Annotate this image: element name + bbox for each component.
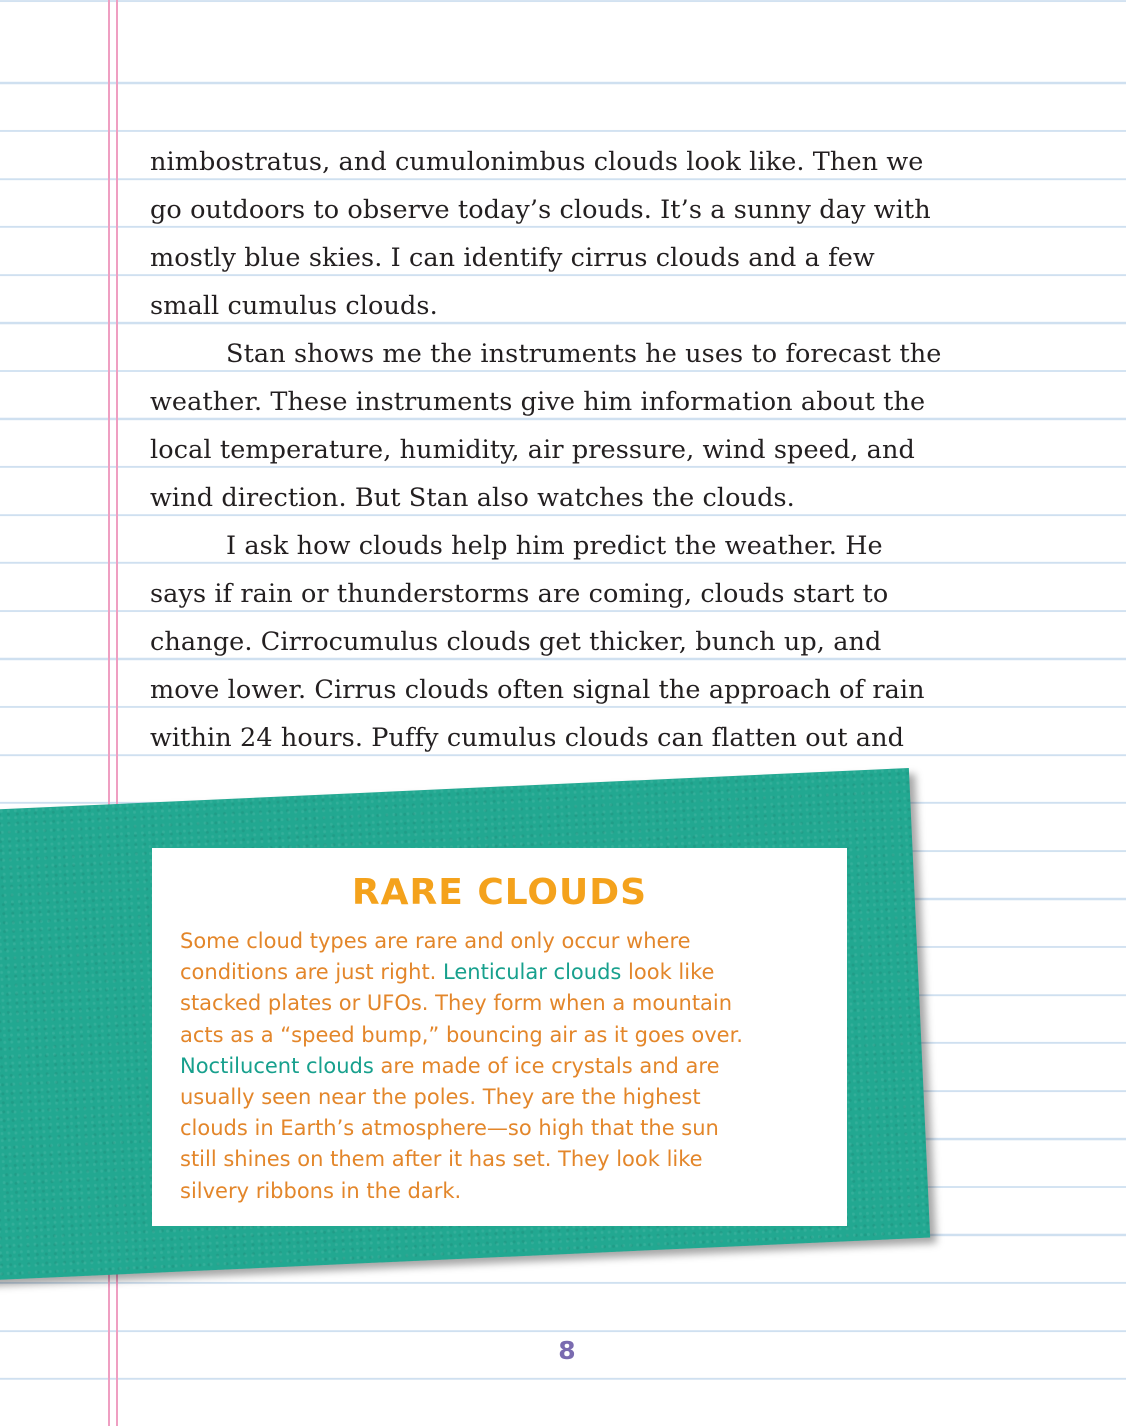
sidebar-line-text: stacked plates or UFOs. They form when a… (180, 991, 733, 1016)
sidebar-line-text: acts as a “speed bump,” bouncing air as … (180, 1022, 743, 1047)
body-line: change. Cirrocumulus clouds get thicker,… (150, 627, 882, 657)
sidebar-line-text: usually seen near the poles. They are th… (180, 1085, 701, 1110)
body-line: mostly blue skies. I can identify cirrus… (150, 243, 875, 273)
sidebar-highlight-lenticular: Lenticular clouds (443, 960, 622, 985)
sidebar-line-text: Some cloud types are rare and only occur… (180, 929, 691, 953)
body-line: local temperature, humidity, air pressur… (150, 435, 915, 465)
sidebar-line-text: look like (621, 960, 715, 985)
body-line: Stan shows me the instruments he uses to… (226, 339, 942, 369)
body-line: wind direction. But Stan also watches th… (150, 483, 795, 513)
sidebar-line: Noctilucent clouds are made of ice cryst… (180, 1051, 830, 1082)
sidebar-line-text: still shines on them after it has set. T… (180, 1147, 703, 1172)
body-line: weather. These instruments give him info… (150, 387, 926, 417)
body-line: I ask how clouds help him predict the we… (226, 531, 883, 561)
sidebar-line: stacked plates or UFOs. They form when a… (180, 988, 830, 1019)
body-line: small cumulus clouds. (150, 291, 438, 321)
body-line: says if rain or thunderstorms are coming… (150, 579, 889, 609)
sidebar-line: still shines on them after it has set. T… (180, 1144, 830, 1175)
sidebar-line: clouds in Earth’s atmosphere—so high tha… (180, 1113, 830, 1144)
body-text: nimbostratus, and cumulonimbus clouds lo… (150, 138, 1050, 762)
body-line: move lower. Cirrus clouds often signal t… (150, 675, 925, 705)
sidebar-highlight-noctilucent: Noctilucent clouds (180, 1053, 374, 1078)
sidebar-line: conditions are just right. Lenticular cl… (180, 957, 830, 988)
sidebar-text: Some cloud types are rare and only occur… (180, 926, 830, 1207)
page-number: 8 (558, 1336, 576, 1365)
rare-clouds-sidebar: RARE CLOUDS Some cloud types are rare an… (152, 848, 847, 1226)
sidebar-line-text: are made of ice crystals and are (373, 1053, 720, 1078)
body-line: nimbostratus, and cumulonimbus clouds lo… (150, 147, 924, 177)
sidebar-line: usually seen near the poles. They are th… (180, 1082, 830, 1113)
sidebar-line: silvery ribbons in the dark. (180, 1176, 830, 1207)
body-line: go outdoors to observe today’s clouds. I… (150, 195, 931, 225)
sidebar-line-text: clouds in Earth’s atmosphere—so high tha… (180, 1116, 719, 1141)
sidebar-line-text: silvery ribbons in the dark. (180, 1178, 462, 1203)
sidebar-line: acts as a “speed bump,” bouncing air as … (180, 1020, 830, 1051)
sidebar-line-text: conditions are just right. (180, 960, 444, 985)
sidebar-title: RARE CLOUDS (351, 872, 648, 913)
sidebar-line: Some cloud types are rare and only occur… (180, 926, 830, 957)
body-line: within 24 hours. Puffy cumulus clouds ca… (150, 723, 905, 753)
